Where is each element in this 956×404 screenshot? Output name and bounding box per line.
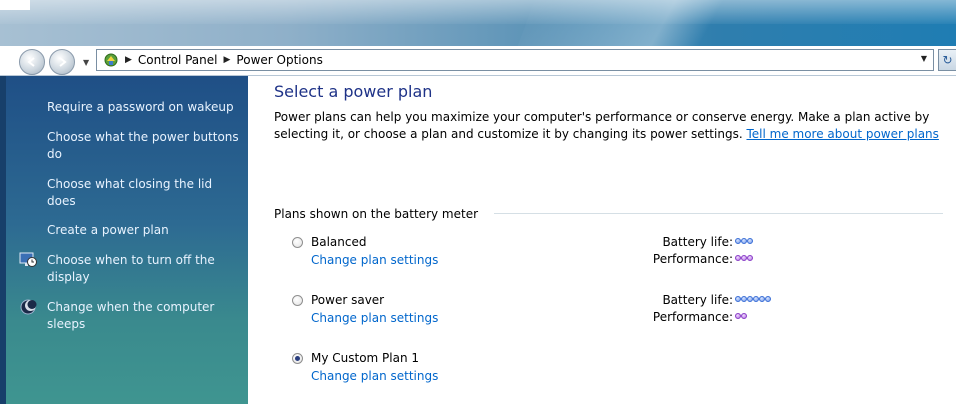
task-closing-lid[interactable]: Choose what closing the lid does [47,176,243,210]
control-panel-icon [103,52,119,68]
battery-dot-icon [747,238,753,244]
performance-label: Performance: [652,252,733,266]
task-require-password[interactable]: Require a password on wakeup [47,99,243,116]
task-power-buttons[interactable]: Choose what the power buttons do [47,129,243,163]
plan-name[interactable]: Power saver [311,293,384,307]
forward-button[interactable] [49,49,75,75]
breadcrumb-separator-icon: ▶ [223,55,231,65]
plan-balanced-radio[interactable] [292,237,303,248]
plan-name[interactable]: Balanced [311,235,366,249]
performance-rating [735,255,753,261]
back-arrow-icon [27,57,35,67]
change-plan-settings-link[interactable]: Change plan settings [311,253,438,267]
learn-more-link[interactable]: Tell me more about power plans [746,127,938,141]
refresh-icon: ↻ [942,53,953,67]
task-computer-sleeps[interactable]: Change when the computer sleeps [47,299,243,333]
plans-group-label: Plans shown on the battery meter [274,207,479,221]
refresh-button[interactable]: ↻ [938,49,956,71]
battery-life-rating [735,296,771,302]
plan-name[interactable]: My Custom Plan 1 [311,351,419,365]
monitor-clock-icon [19,251,37,269]
performance-label: Performance: [652,310,733,324]
plan-power-saver-radio[interactable] [292,295,303,306]
back-button[interactable] [19,49,45,75]
task-turn-off-display[interactable]: Choose when to turn off the display [47,252,243,286]
moon-icon [19,298,37,316]
change-plan-settings-link[interactable]: Change plan settings [311,369,438,383]
performance-rating [735,313,747,319]
title-bar [0,0,956,46]
breadcrumb-power-options[interactable]: Power Options [236,53,322,67]
plan-my-custom-plan-1-radio[interactable] [292,353,303,364]
battery-life-label: Battery life: [662,293,733,307]
address-bar[interactable]: ▶ Control Panel ▶ Power Options ▼ [96,49,934,71]
forward-arrow-icon [59,57,67,67]
battery-life-rating [735,238,753,244]
page-title: Select a power plan [274,82,433,101]
plan-balanced-meter: Battery life: Performance: [532,235,733,269]
recent-pages-dropdown[interactable]: ▼ [83,58,92,67]
task-create-plan[interactable]: Create a power plan [47,222,243,239]
address-history-dropdown[interactable]: ▼ [921,54,927,63]
performance-dot-icon [741,313,747,319]
breadcrumb-control-panel[interactable]: Control Panel [138,53,218,67]
battery-life-label: Battery life: [662,235,733,249]
breadcrumb-separator-icon: ▶ [125,55,132,65]
page-description: Power plans can help you maximize your c… [274,110,939,141]
battery-dot-icon [765,296,771,302]
change-plan-settings-link[interactable]: Change plan settings [311,311,438,325]
task-pane [0,76,248,404]
plan-power-saver-meter: Battery life: Performance: [532,293,733,327]
performance-dot-icon [747,255,753,261]
